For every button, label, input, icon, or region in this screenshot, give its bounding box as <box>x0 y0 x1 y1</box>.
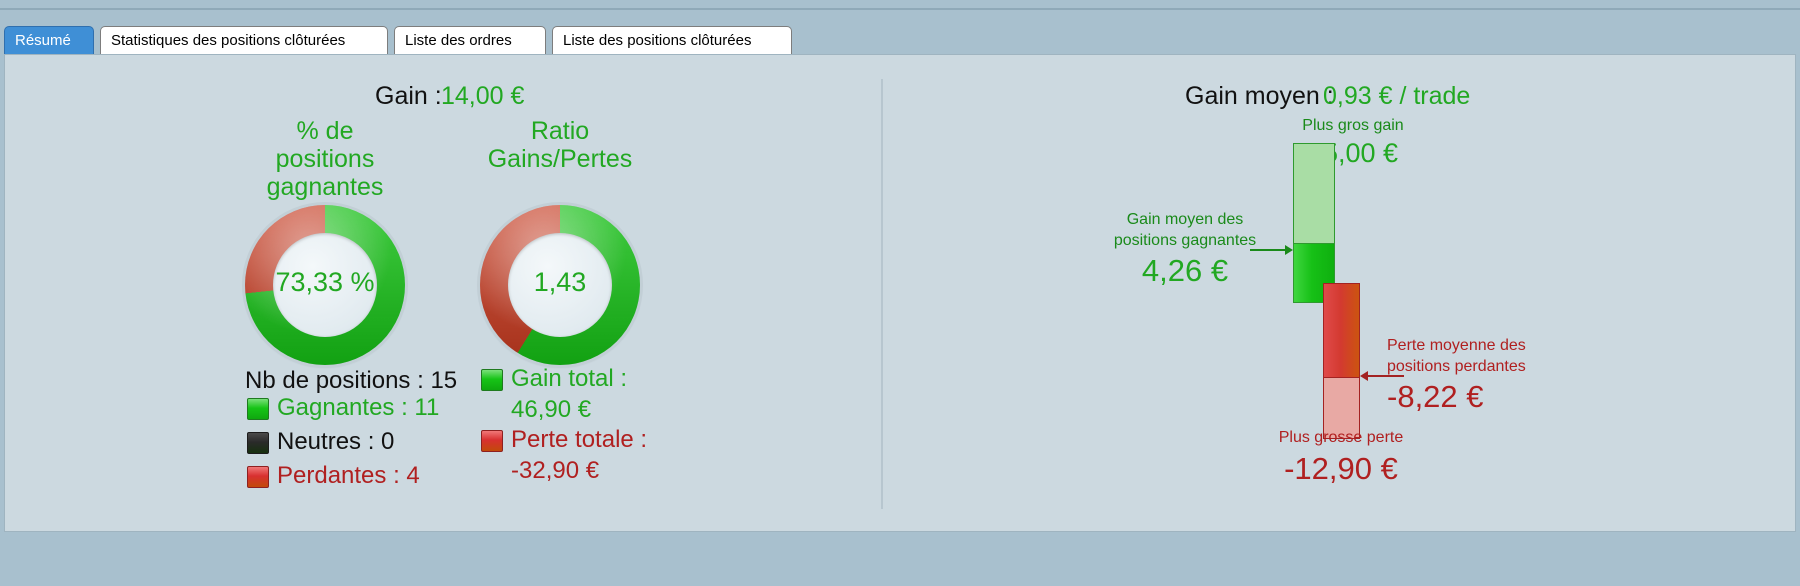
tab-label: Résumé <box>15 32 71 49</box>
avg-gain-arrow-head <box>1285 245 1293 255</box>
legend-swatch-perdantes <box>247 466 269 488</box>
biggest-loss-label: Plus grosse perte <box>1278 429 1404 446</box>
gain-header-label: Gain : <box>375 82 442 110</box>
tab-label: Liste des ordres <box>405 32 512 49</box>
avg-loss-label-line2: positions perdantes <box>1387 358 1526 375</box>
positions-total-label: Nb de positions : 15 <box>245 367 458 394</box>
tab-label: Liste des positions clôturées <box>563 32 752 49</box>
avg-loss-label-line1: Perte moyenne des <box>1387 337 1526 354</box>
bar-avg-loss[interactable] <box>1323 283 1360 391</box>
legend-value-gain-total: 46,90 € <box>511 396 592 423</box>
avg-gain-label-line2: positions gagnantes <box>1113 232 1257 249</box>
tab-bar: Résumé Statistiques des positions clôtur… <box>0 26 1800 56</box>
biggest-loss-value: -12,90 € <box>1284 451 1398 486</box>
avg-gain-arrow-line <box>1250 249 1286 251</box>
winrate-value: 73,33 % <box>275 267 375 297</box>
legend-swatch-perte-totale <box>481 430 503 452</box>
panel-divider <box>881 79 883 509</box>
winrate-title-line3: gagnantes <box>266 173 384 201</box>
tab-label: Statistiques des positions clôturées <box>111 32 346 49</box>
application-window: Résumé Statistiques des positions clôtur… <box>0 0 1800 586</box>
biggest-gain-label: Plus gros gain <box>1302 117 1404 134</box>
winrate-title-line1: % de <box>296 117 354 145</box>
summary-panel: Gain : 14,00 € % de positions gagnantes … <box>4 54 1796 532</box>
legend-label-gain-total: Gain total : <box>511 365 628 392</box>
status-strip <box>0 534 1800 586</box>
winrate-donut-chart[interactable]: 73,33 % <box>245 205 405 365</box>
legend-swatch-neutres <box>247 432 269 454</box>
biggest-gain-value: 15,00 € <box>1307 138 1399 168</box>
ratio-donut-chart[interactable]: 1,43 <box>480 205 640 365</box>
avg-gain-header-value: 0,93 € / trade <box>1323 82 1471 110</box>
avg-loss-value: -8,22 € <box>1387 379 1484 414</box>
ratio-title-line2: Gains/Pertes <box>487 145 633 173</box>
avg-loss-arrow-line <box>1368 375 1404 377</box>
legend-value-perte-totale: -32,90 € <box>511 457 600 484</box>
legend-label-perte-totale: Perte totale : <box>511 426 648 453</box>
ratio-value: 1,43 <box>533 267 587 297</box>
legend-swatch-gagnantes <box>247 398 269 420</box>
winrate-title-line2: positions <box>275 145 375 173</box>
avg-gain-label-line1: Gain moyen des <box>1126 211 1244 228</box>
avg-loss-arrow-head <box>1360 371 1368 381</box>
gain-header-value: 14,00 € <box>441 82 525 110</box>
title-strip <box>0 0 1800 8</box>
legend-label-gagnantes: Gagnantes : 11 <box>277 394 440 421</box>
avg-gain-header-label: Gain moyen : <box>1185 82 1334 110</box>
tab-resume[interactable]: Résumé <box>4 26 94 54</box>
tab-statistiques-positions-cloturees[interactable]: Statistiques des positions clôturées <box>100 26 388 54</box>
legend-label-neutres: Neutres : 0 <box>277 428 395 455</box>
legend-label-perdantes: Perdantes : 4 <box>277 462 420 489</box>
legend-swatch-gain-total <box>481 369 503 391</box>
tab-liste-positions-cloturees[interactable]: Liste des positions clôturées <box>552 26 792 54</box>
avg-gain-value: 4,26 € <box>1141 253 1229 288</box>
title-divider <box>0 8 1800 10</box>
tab-liste-des-ordres[interactable]: Liste des ordres <box>394 26 546 54</box>
ratio-title-line1: Ratio <box>530 117 590 145</box>
